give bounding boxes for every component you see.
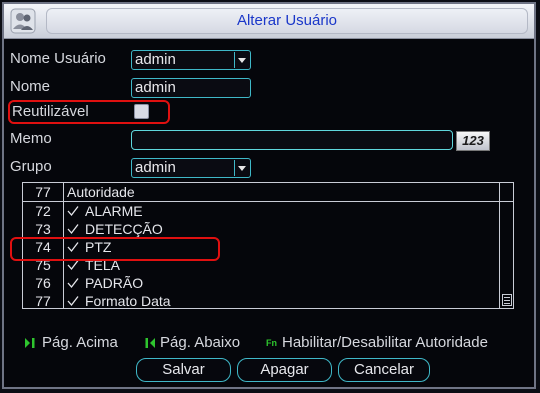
reusable-label: Reutilizável [12, 103, 89, 120]
name-value: admin [135, 79, 176, 96]
username-label: Nome Usuário [10, 50, 106, 67]
name-label: Nome [10, 78, 51, 95]
group-select[interactable]: admin [131, 158, 251, 178]
table-row[interactable]: 72 ALARME [23, 202, 499, 220]
users-icon [10, 8, 36, 34]
table-row[interactable]: 77 Formato Data [23, 292, 499, 310]
row-number: 73 [35, 221, 51, 237]
row-number: 77 [35, 293, 51, 309]
username-value: admin [135, 51, 176, 68]
numeric-keypad-button[interactable]: 123 [456, 131, 490, 151]
dialog-title: Alterar Usuário [46, 8, 528, 34]
delete-button[interactable]: Apagar [237, 358, 332, 382]
check-icon[interactable] [67, 223, 79, 235]
check-icon[interactable] [67, 277, 79, 289]
scrollbar-thumb[interactable] [502, 294, 512, 306]
chevron-down-icon[interactable] [234, 52, 249, 68]
page-up-hint: Pág. Acima [42, 334, 118, 351]
table-row[interactable]: 73 DETECÇÃO [23, 220, 499, 238]
row-label: ALARME [85, 203, 143, 219]
row-label: PADRÃO [85, 275, 144, 291]
fn-key-icon: Fn [266, 338, 277, 348]
row-number: 72 [35, 203, 51, 219]
page-down-icon [145, 338, 155, 348]
group-label: Grupo [10, 158, 52, 175]
scrollbar[interactable] [499, 183, 513, 308]
table-row[interactable]: 76 PADRÃO [23, 274, 499, 292]
page-up-icon [25, 338, 35, 348]
page-down-hint: Pág. Abaixo [160, 334, 241, 351]
ptz-row-highlight [10, 237, 220, 261]
chevron-down-icon[interactable] [234, 160, 249, 176]
memo-label: Memo [10, 130, 52, 147]
username-select[interactable]: admin [131, 50, 251, 70]
check-icon[interactable] [67, 295, 79, 307]
reusable-checkbox[interactable] [134, 104, 149, 119]
header-authority: Autoridade [67, 184, 135, 200]
row-number: 76 [35, 275, 51, 291]
name-field[interactable]: admin [131, 78, 251, 98]
row-label: DETECÇÃO [85, 221, 163, 237]
title-bar: Alterar Usuário [4, 4, 534, 39]
edit-user-dialog: Alterar Usuário Nome Usuário admin Nome … [2, 2, 536, 389]
toggle-authority-hint: Habilitar/Desabilitar Autoridade [282, 334, 488, 351]
header-number: 77 [35, 184, 51, 200]
cancel-button[interactable]: Cancelar [338, 358, 430, 382]
check-icon[interactable] [67, 205, 79, 217]
memo-field[interactable] [131, 130, 453, 150]
table-header: 77 Autoridade [23, 183, 513, 202]
group-value: admin [135, 159, 176, 176]
save-button[interactable]: Salvar [136, 358, 231, 382]
row-label: Formato Data [85, 293, 171, 309]
